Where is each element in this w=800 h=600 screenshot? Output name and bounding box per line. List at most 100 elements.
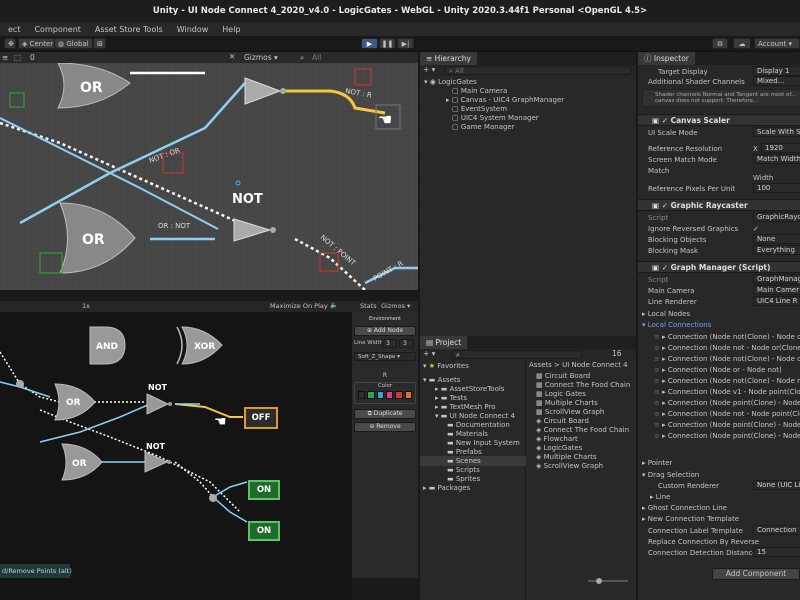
maximize-on-play[interactable]: Maximize On Play	[270, 302, 328, 310]
graph-manager-header[interactable]: ▣ ✓ Graph Manager (Script)	[638, 261, 800, 273]
connection-item[interactable]: ≡ ▸ Connection (Node point(Clone) - Node…	[654, 431, 800, 441]
icon-size-slider[interactable]	[588, 578, 628, 584]
color-swatch[interactable]	[395, 391, 403, 399]
color-swatch[interactable]	[367, 391, 375, 399]
graphic-raycaster-header[interactable]: ▣ ✓ Graphic Raycaster	[638, 199, 800, 211]
menu-component[interactable]: Component	[34, 25, 80, 34]
create-button[interactable]: + ▾	[423, 65, 435, 74]
project-tab[interactable]: ▤ Project	[420, 336, 468, 349]
pointer-foldout[interactable]: ▸ Pointer	[642, 458, 672, 468]
add-node-button[interactable]: ⊕ Add Node	[354, 326, 416, 336]
connection-item[interactable]: ≡ ▸ Connection (Node not(Clone) - Node o…	[654, 354, 800, 364]
detection-distance-field[interactable]: 15	[753, 547, 800, 557]
drag-handle-icon: ≡	[654, 421, 663, 429]
packages-folder[interactable]: ▸ ▬ Packages	[423, 483, 470, 493]
local-nodes-foldout[interactable]: ▸ Local Nodes	[642, 309, 690, 319]
line-foldout[interactable]: ▸ Line	[650, 492, 670, 502]
create-asset-button[interactable]: + ▾	[423, 349, 435, 358]
breadcrumb-item[interactable]: UI Node Connect 4	[562, 361, 628, 369]
remove-button[interactable]: ⊖ Remove	[354, 422, 416, 432]
game-gizmos-dropdown[interactable]: Gizmos ▾	[381, 302, 410, 310]
output-on-1[interactable]: ON	[248, 480, 280, 500]
hierarchy-tab[interactable]: ≡ Hierarchy	[420, 52, 477, 65]
output-off[interactable]: OFF	[244, 407, 278, 429]
menu-help[interactable]: Help	[222, 25, 240, 34]
favorites-folder[interactable]: ▾ ★ Favorites	[423, 361, 469, 371]
line-width-field-2[interactable]: 3	[399, 339, 414, 348]
blocking-mask-dropdown[interactable]: Everything	[753, 245, 800, 255]
ppu-field[interactable]: 100	[753, 183, 800, 193]
output-on-2[interactable]: ON	[248, 521, 280, 541]
unity-icon: ◉	[429, 78, 436, 86]
tools-icon[interactable]: ✕	[229, 52, 235, 61]
menu-window[interactable]: Window	[177, 25, 209, 34]
line-renderer-field[interactable]: UIC4 Line R	[753, 296, 800, 306]
settings-button[interactable]: ⚙	[712, 38, 728, 49]
hierarchy-search[interactable]: ⌕ All	[445, 66, 631, 75]
search-icon[interactable]: ⌕	[300, 53, 304, 63]
game-scale[interactable]: 1x	[82, 302, 90, 310]
color-swatch[interactable]	[404, 391, 412, 399]
info-icon: ⓘ	[644, 54, 654, 63]
play-button[interactable]: ▶	[361, 38, 378, 49]
pause-button[interactable]: ❚❚	[379, 38, 396, 49]
add-component-button[interactable]: Add Component	[712, 568, 800, 580]
main-camera-field[interactable]: Main Camer	[753, 285, 800, 295]
hint-text: d/Remove Points (alt)	[0, 564, 72, 578]
account-dropdown[interactable]: Account ▾	[754, 38, 800, 49]
connection-item[interactable]: ≡ ▸ Connection (Node or - Node not)	[654, 365, 782, 375]
target-display-dropdown[interactable]: Display 1	[753, 66, 800, 76]
ghost-connection-foldout[interactable]: ▸ Ghost Connection Line	[642, 503, 727, 513]
connection-item[interactable]: ≡ ▸ Connection (Node v1 - Node point(Clo…	[654, 387, 800, 397]
connection-item[interactable]: ≡ ▸ Connection (Node not - Node point(Cl…	[654, 409, 800, 419]
folder-icon: ▬	[428, 376, 436, 384]
pivot-center-button[interactable]: ◈ Center	[18, 38, 58, 49]
ignore-reversed-checkbox[interactable]: ✓	[753, 224, 759, 234]
custom-renderer-field[interactable]: None (UIC Line	[753, 480, 800, 490]
shape-dropdown[interactable]: Soft_Z_Shape ▾	[354, 352, 416, 361]
grid-snap-button[interactable]: ⊞	[93, 38, 106, 49]
color-swatch[interactable]	[358, 391, 366, 399]
cloud-button[interactable]: ☁	[733, 38, 751, 49]
menu-asset-store-tools[interactable]: Asset Store Tools	[95, 25, 163, 34]
layers-icon[interactable]: ≡	[2, 53, 8, 62]
color-swatch[interactable]	[385, 391, 394, 399]
hand-tool-button[interactable]: ✥	[4, 38, 16, 49]
connection-item[interactable]: ≡ ▸ Connection (Node point(Clone) - Node…	[654, 420, 800, 430]
duplicate-button[interactable]: ⧉ Duplicate	[354, 409, 416, 419]
line-width-field-1[interactable]: 3	[382, 339, 397, 348]
inspector-tab[interactable]: ⓘ Inspector	[638, 52, 695, 65]
drag-selection-foldout[interactable]: ▾ Drag Selection	[642, 470, 699, 480]
label-template-label: Connection Label Template	[648, 527, 743, 535]
match-width-label: Width	[753, 174, 774, 182]
stats-button[interactable]: Stats	[360, 302, 377, 310]
color-swatch[interactable]	[376, 391, 384, 399]
scene-gizmos-dropdown[interactable]: Gizmos ▾	[244, 53, 278, 62]
mute-icon[interactable]: 🔈	[330, 301, 338, 309]
hand-icon: ✥	[8, 39, 14, 48]
label-template-field[interactable]: Connection	[753, 525, 800, 535]
scene-view[interactable]: ≡ ⬚ 0 ✕ Gizmos ▾ ⌕ All OR OR NOT NOT: R…	[0, 52, 418, 290]
drag-handle-icon: ≡	[654, 432, 663, 440]
connection-item[interactable]: ≡ ▸ Connection (Node not(Clone) - Node r…	[654, 376, 800, 386]
connection-item[interactable]: ≡ ▸ Connection (Node not - Node or(Clone…	[654, 343, 800, 353]
blocking-objects-dropdown[interactable]: None	[753, 234, 800, 244]
breadcrumb-item[interactable]: Assets	[529, 361, 552, 369]
screen-match-dropdown[interactable]: Match Width C	[753, 154, 800, 164]
local-connections-foldout[interactable]: ▾ Local Connections	[642, 320, 711, 330]
menu-edit[interactable]: ect	[8, 25, 20, 34]
hierarchy-item[interactable]: ▢ Game Manager	[452, 122, 515, 132]
ref-x-field[interactable]: 1920	[761, 143, 800, 153]
scene-camera-icon[interactable]: ⬚	[14, 53, 21, 62]
new-connection-template-foldout[interactable]: ▸ New Connection Template	[642, 514, 739, 524]
global-toggle-button[interactable]: ◍ Global	[54, 38, 93, 49]
project-search[interactable]: ⌕	[452, 350, 582, 359]
shader-channels-dropdown[interactable]: Mixed...	[753, 76, 800, 86]
connection-item[interactable]: ≡ ▸ Connection (Node point(Clone) - Node…	[654, 398, 800, 408]
step-button[interactable]: ▶|	[397, 38, 414, 49]
gear-icon: ⚙	[716, 39, 724, 48]
connection-item[interactable]: ≡ ▸ Connection (Node not(Clone) - Node o…	[654, 332, 800, 342]
canvas-scaler-header[interactable]: ▣ ✓ Canvas Scaler	[638, 114, 800, 126]
ui-scale-mode-dropdown[interactable]: Scale With Sc	[753, 127, 800, 137]
file-item[interactable]: ◈ ScrollView Graph	[536, 461, 603, 471]
